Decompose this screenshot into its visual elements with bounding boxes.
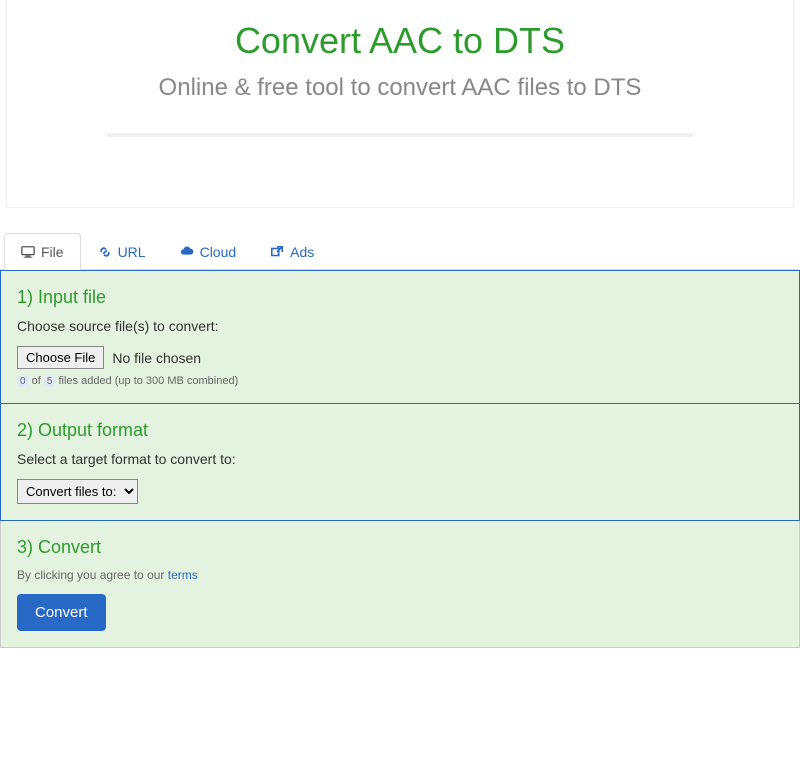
link-icon [98, 245, 112, 259]
tab-url-label: URL [118, 244, 146, 260]
terms-link[interactable]: terms [168, 568, 198, 582]
tab-cloud-label: Cloud [200, 244, 237, 260]
file-status: No file chosen [112, 350, 201, 366]
page-subtitle: Online & free tool to convert AAC files … [140, 72, 660, 103]
step-output-format: 2) Output format Select a target format … [0, 404, 800, 521]
external-link-icon [270, 245, 284, 259]
step2-title: 2) Output format [17, 420, 783, 441]
header: Convert AAC to DTS Online & free tool to… [6, 0, 794, 208]
terms-text: By clicking you agree to our terms [17, 568, 783, 582]
cloud-icon [180, 245, 194, 259]
choose-file-button[interactable]: Choose File [17, 346, 104, 369]
files-max-count: 5 [44, 376, 56, 387]
tab-ads[interactable]: Ads [253, 233, 331, 270]
convert-button[interactable]: Convert [17, 594, 106, 631]
step1-title: 1) Input file [17, 287, 783, 308]
tab-ads-label: Ads [290, 244, 314, 260]
step3-title: 3) Convert [17, 537, 783, 558]
step-convert: 3) Convert By clicking you agree to our … [0, 521, 800, 648]
step2-desc: Select a target format to convert to: [17, 451, 783, 467]
tab-file[interactable]: File [4, 233, 81, 270]
target-format-select[interactable]: Convert files to: [17, 479, 138, 504]
page-title: Convert AAC to DTS [47, 20, 753, 62]
tab-cloud[interactable]: Cloud [163, 233, 254, 270]
tabs: File URL Cloud Ads [0, 233, 800, 270]
tab-url[interactable]: URL [81, 233, 163, 270]
files-added-count: 0 [17, 376, 29, 387]
divider [107, 133, 693, 137]
desktop-icon [21, 245, 35, 259]
step1-desc: Choose source file(s) to convert: [17, 318, 783, 334]
file-limit-text: 0 of 5 files added (up to 300 MB combine… [17, 375, 783, 387]
step-input-file: 1) Input file Choose source file(s) to c… [0, 270, 800, 404]
tab-file-label: File [41, 244, 64, 260]
